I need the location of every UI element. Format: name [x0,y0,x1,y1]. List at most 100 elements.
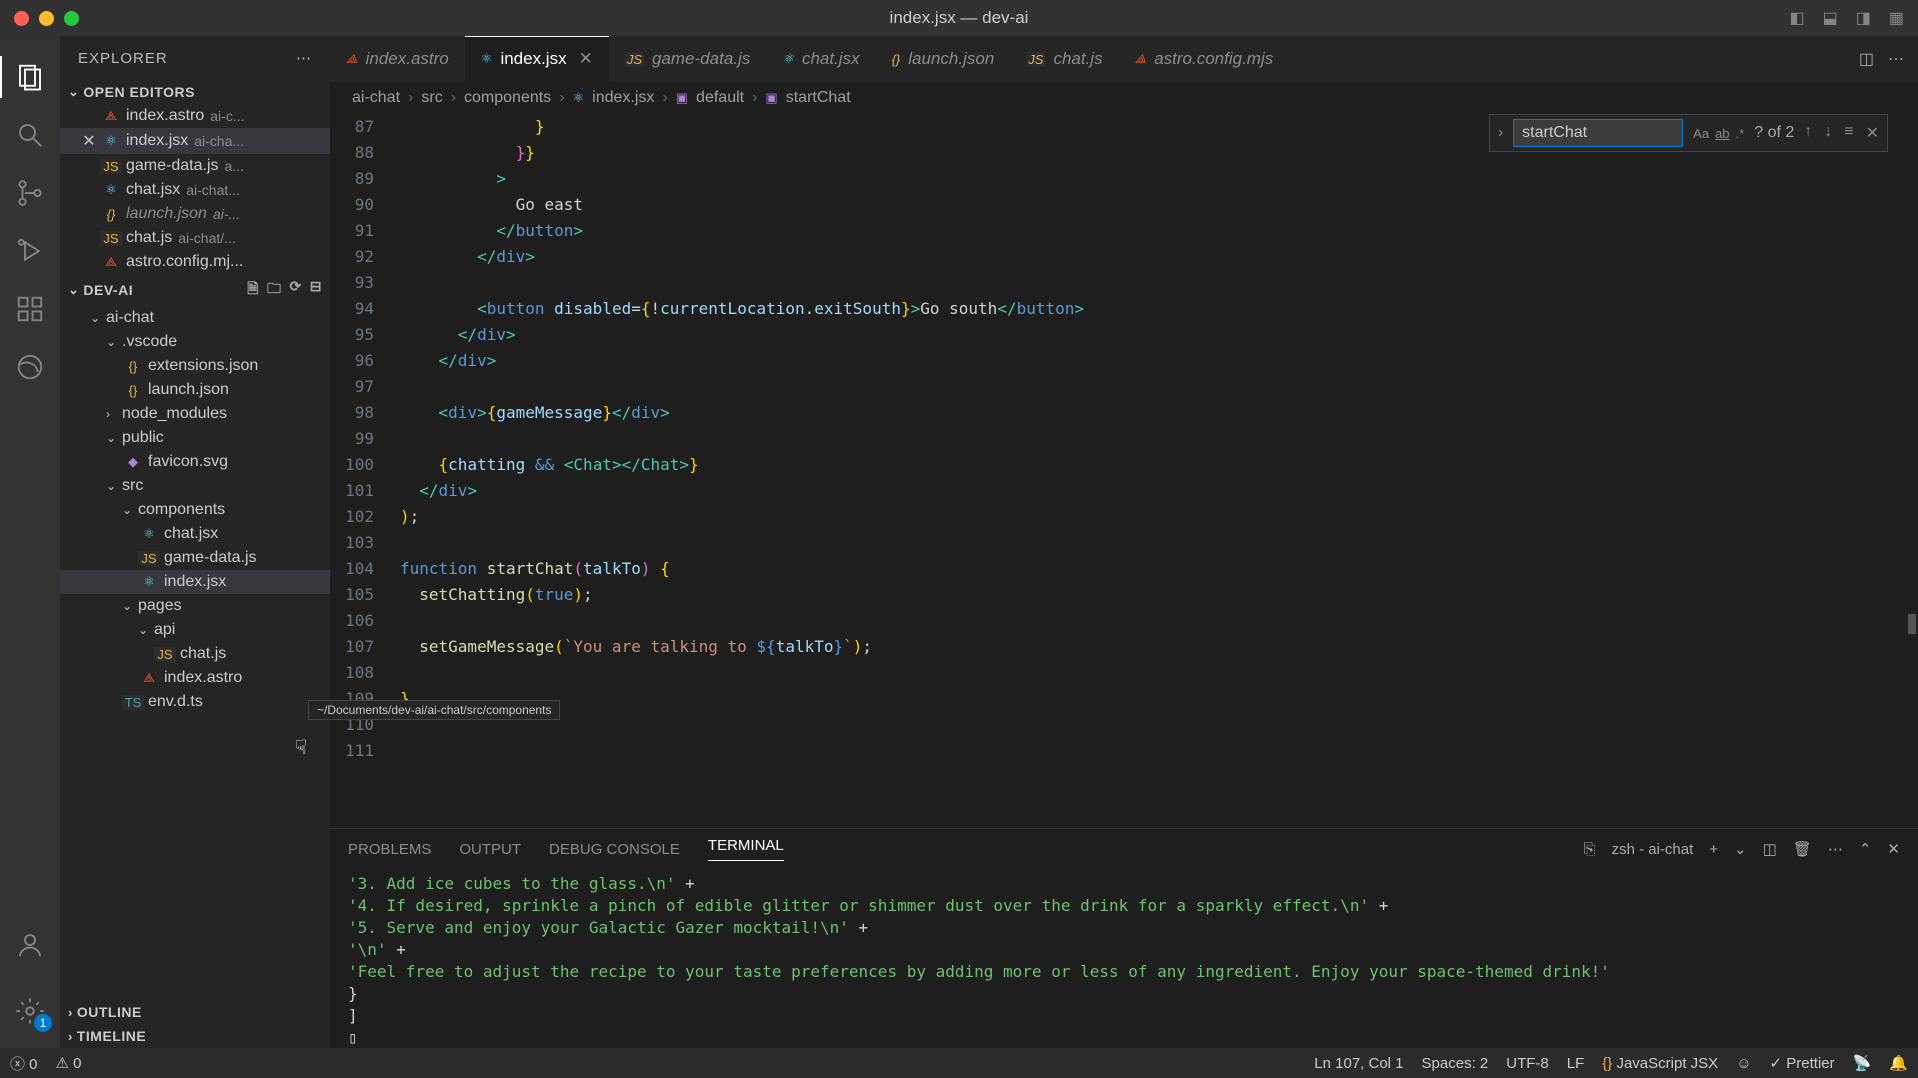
regex-icon[interactable]: .* [1736,126,1745,141]
terminal-output[interactable]: '3. Add ice cubes to the glass.\n' + '4.… [330,869,1918,1048]
feedback-icon[interactable]: ☺ [1736,1055,1751,1072]
terminal-more-icon[interactable]: ⋯ [1828,840,1843,858]
toggle-primary-sidebar-icon[interactable]: ◧ [1790,8,1805,28]
split-terminal-icon[interactable]: ◫ [1763,840,1777,858]
status-errors[interactable]: ⓧ 0 [10,1053,38,1074]
language-mode[interactable]: {} JavaScript JSX [1602,1055,1718,1072]
editor-tab[interactable]: ⚛chat.jsx [766,36,875,82]
folder-vscode[interactable]: ⌄.vscode [60,330,330,354]
open-editor-item[interactable]: {}launch.jsonai-... [60,202,330,226]
open-editor-item[interactable]: ⟁index.astroai-c... [60,104,330,128]
close-find-icon[interactable]: ✕ [1866,123,1879,143]
open-editor-item[interactable]: ⚛chat.jsxai-chat... [60,178,330,202]
more-actions-icon[interactable]: ⋯ [1888,49,1904,69]
prettier-status[interactable]: ✓ Prettier [1770,1054,1835,1072]
outline-section[interactable]: ›OUTLINE [60,1000,330,1024]
debug-console-tab[interactable]: DEBUG CONSOLE [549,841,680,858]
close-tab-icon[interactable]: ✕ [579,49,593,69]
search-activity[interactable] [0,106,60,164]
new-terminal-icon[interactable]: + [1709,841,1718,858]
folder-public[interactable]: ⌄public [60,426,330,450]
output-tab[interactable]: OUTPUT [459,841,521,858]
refresh-icon[interactable]: ⟳ [290,278,302,302]
folder-pages[interactable]: ⌄pages [60,594,330,618]
open-editor-item[interactable]: ✕⚛index.jsxai-cha... [60,128,330,154]
source-control-activity[interactable] [0,164,60,222]
breadcrumb[interactable]: ai-chat› src› components› ⚛index.jsx› ▣d… [330,82,1918,114]
editor-tab[interactable]: ⟁astro.config.mjs [1119,36,1290,82]
status-broadcast-icon[interactable]: 📡 [1853,1054,1872,1072]
indentation[interactable]: Spaces: 2 [1422,1055,1489,1072]
file-game-data[interactable]: JSgame-data.js [60,546,330,570]
status-warnings[interactable]: ⚠ 0 [56,1054,82,1072]
toggle-panel-icon[interactable]: ⬓ [1823,8,1838,28]
notifications-icon[interactable]: 🔔 [1889,1054,1908,1072]
close-panel-icon[interactable]: ✕ [1887,840,1900,858]
cursor-position[interactable]: Ln 107, Col 1 [1314,1055,1403,1072]
folder-ai-chat[interactable]: ⌄ai-chat [60,306,330,330]
split-editor-icon[interactable]: ◫ [1859,49,1874,69]
explorer-header: EXPLORER ⋯ [60,36,330,80]
file-favicon[interactable]: ◆favicon.svg [60,450,330,474]
close-window-button[interactable] [14,11,29,26]
open-editor-item[interactable]: ⟁astro.config.mj... [60,250,330,274]
debug-activity[interactable] [0,222,60,280]
toggle-secondary-sidebar-icon[interactable]: ◨ [1856,8,1871,28]
new-file-icon[interactable]: 🗎 [247,278,259,302]
folder-src[interactable]: ⌄src [60,474,330,498]
file-chat-js[interactable]: JSchat.js [60,642,330,666]
close-editor-icon[interactable]: ✕ [78,131,100,151]
editor-tab[interactable]: JSchat.js [1010,36,1118,82]
editor-tab[interactable]: {}launch.json [876,36,1011,82]
folder-components[interactable]: ⌄components [60,498,330,522]
file-launch-json[interactable]: {}launch.json [60,378,330,402]
open-editor-item[interactable]: JSgame-data.jsa... [60,154,330,178]
settings-activity[interactable]: 1 [0,982,60,1040]
find-input[interactable] [1513,119,1683,147]
edge-activity[interactable] [0,338,60,396]
minimap[interactable] [1902,114,1918,828]
extensions-activity[interactable] [0,280,60,338]
settings-badge: 1 [34,1014,52,1032]
code-editor[interactable]: 8788899091929394959697989910010110210310… [330,114,1918,828]
explorer-actions-icon[interactable]: ⋯ [296,49,312,67]
whole-word-icon[interactable]: ab [1715,126,1729,141]
file-chat-jsx[interactable]: ⚛chat.jsx [60,522,330,546]
file-index-astro[interactable]: ⟁index.astro [60,666,330,690]
terminal-dropdown-icon[interactable]: ⌄ [1734,840,1747,858]
problems-tab[interactable]: PROBLEMS [348,841,431,858]
open-editor-item[interactable]: JSchat.jsai-chat/... [60,226,330,250]
terminal-tab[interactable]: TERMINAL [708,837,784,861]
editor-tab[interactable]: ⚛index.jsx✕ [465,36,609,82]
path-tooltip: ~/Documents/dev-ai/ai-chat/src/component… [308,700,560,720]
encoding[interactable]: UTF-8 [1506,1055,1549,1072]
accounts-activity[interactable] [0,916,60,974]
match-case-icon[interactable]: Aa [1693,126,1709,141]
folder-node-modules[interactable]: ›node_modules [60,402,330,426]
collapse-icon[interactable]: ⊟ [310,278,322,302]
timeline-section[interactable]: ›TIMELINE [60,1024,330,1048]
maximize-panel-icon[interactable]: ⌃ [1859,840,1872,858]
customize-layout-icon[interactable]: ▦ [1889,8,1904,28]
maximize-window-button[interactable] [64,11,79,26]
eol[interactable]: LF [1567,1055,1585,1072]
editor-tab[interactable]: ⟁index.astro [330,36,465,82]
kill-terminal-icon[interactable]: 🗑 [1793,840,1812,858]
next-match-icon[interactable]: ↓ [1824,123,1832,143]
editor-tab[interactable]: JSgame-data.js [609,36,766,82]
terminal-shell-label[interactable]: zsh - ai-chat [1612,841,1694,858]
project-section[interactable]: ⌄ DEV-AI 🗎 🗀 ⟳ ⊟ [60,274,330,306]
code-content[interactable]: } }} > Go east </button> </div> <button … [400,114,1918,828]
toggle-replace-icon[interactable]: › [1498,124,1503,142]
folder-api[interactable]: ⌄api [60,618,330,642]
terminal-shell-icon[interactable]: ⎘ [1584,841,1596,858]
minimize-window-button[interactable] [39,11,54,26]
explorer-activity[interactable] [0,48,60,106]
file-env[interactable]: TSenv.d.ts [60,690,330,714]
file-extensions-json[interactable]: {}extensions.json [60,354,330,378]
file-index-jsx[interactable]: ⚛index.jsx [60,570,330,594]
find-in-selection-icon[interactable]: ≡ [1844,123,1853,143]
prev-match-icon[interactable]: ↑ [1804,123,1812,143]
new-folder-icon[interactable]: 🗀 [267,278,282,302]
open-editors-section[interactable]: ⌄ OPEN EDITORS [60,80,330,104]
